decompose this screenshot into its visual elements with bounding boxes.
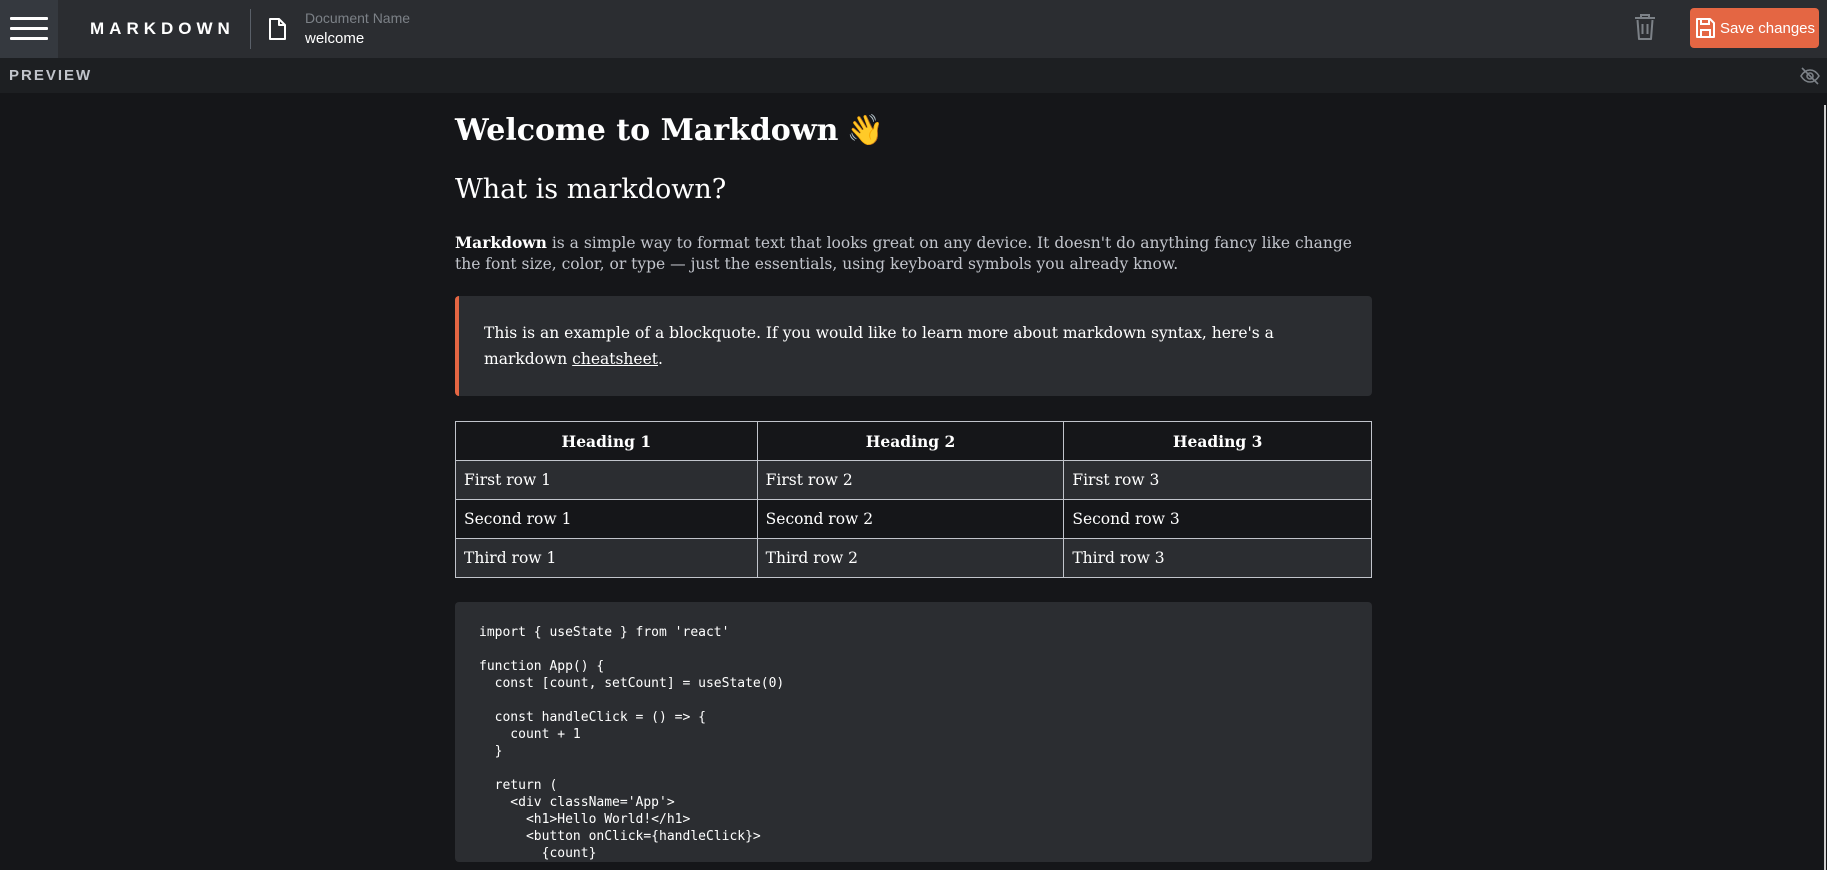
header-divider bbox=[250, 9, 251, 49]
waving-hand-icon: 👋 bbox=[846, 113, 884, 148]
save-icon bbox=[1695, 18, 1715, 38]
table-header: Heading 1 bbox=[455, 421, 758, 461]
blockquote: This is an example of a blockquote. If y… bbox=[455, 296, 1372, 396]
menu-button[interactable] bbox=[0, 0, 58, 58]
document-icon bbox=[269, 18, 286, 40]
table-cell: Third row 3 bbox=[1063, 538, 1372, 578]
scrollbar[interactable] bbox=[1824, 105, 1826, 870]
table-header: Heading 2 bbox=[756, 421, 1065, 461]
table-cell: Second row 1 bbox=[455, 499, 758, 539]
heading-1: Welcome to Markdown 👋 bbox=[455, 110, 1372, 152]
table-row: Second row 1 Second row 2 Second row 3 bbox=[455, 499, 1372, 539]
preview-header: PREVIEW bbox=[0, 58, 1827, 93]
save-button-label: Save changes bbox=[1719, 19, 1816, 37]
hamburger-icon bbox=[10, 17, 48, 41]
table-cell: Third row 2 bbox=[756, 538, 1065, 578]
code-block: import { useState } from 'react' functio… bbox=[455, 602, 1372, 862]
paragraph-text: is a simple way to format text that look… bbox=[455, 234, 1352, 273]
table-header-row: Heading 1 Heading 2 Heading 3 bbox=[455, 421, 1372, 461]
markdown-table: Heading 1 Heading 2 Heading 3 First row … bbox=[455, 421, 1372, 578]
top-bar: MARKDOWN Document Name welcome Save chan… bbox=[0, 0, 1827, 58]
table-row: Third row 1 Third row 2 Third row 3 bbox=[455, 538, 1372, 578]
blockquote-end: . bbox=[658, 350, 663, 368]
table-cell: Second row 2 bbox=[756, 499, 1065, 539]
preview-label: PREVIEW bbox=[9, 67, 93, 84]
intro-paragraph: Markdown is a simple way to format text … bbox=[455, 232, 1372, 275]
document-name-label: Document Name bbox=[305, 10, 411, 26]
heading-1-text: Welcome to Markdown bbox=[455, 113, 839, 148]
trash-icon[interactable] bbox=[1634, 14, 1656, 40]
document-name-value[interactable]: welcome bbox=[305, 29, 410, 49]
markdown-preview: Welcome to Markdown 👋 What is markdown? M… bbox=[455, 110, 1372, 862]
table-cell: First row 1 bbox=[455, 460, 758, 500]
paragraph-bold: Markdown bbox=[455, 233, 547, 252]
app-title: MARKDOWN bbox=[90, 19, 235, 38]
eye-slash-icon[interactable] bbox=[1800, 66, 1820, 86]
heading-2: What is markdown? bbox=[455, 174, 727, 205]
table-cell: Second row 3 bbox=[1063, 499, 1372, 539]
table-header: Heading 3 bbox=[1063, 421, 1372, 461]
document-name-field[interactable]: Document Name welcome bbox=[305, 9, 410, 49]
cheatsheet-link[interactable]: cheatsheet bbox=[572, 350, 658, 368]
table-cell: First row 2 bbox=[756, 460, 1065, 500]
table-cell: First row 3 bbox=[1063, 460, 1372, 500]
table-row: First row 1 First row 2 First row 3 bbox=[455, 460, 1372, 500]
save-button[interactable]: Save changes bbox=[1690, 8, 1819, 48]
table-cell: Third row 1 bbox=[455, 538, 758, 578]
